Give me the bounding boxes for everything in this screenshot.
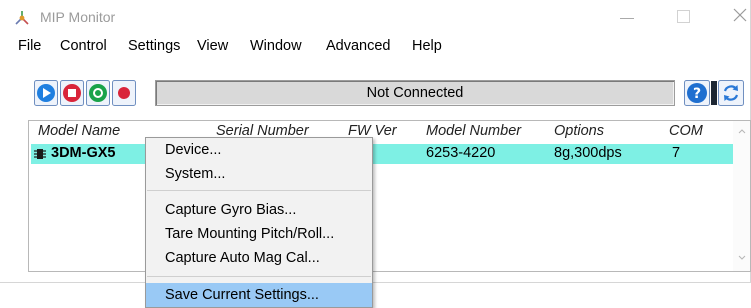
svg-text:?: ? (693, 86, 701, 102)
stop-icon (60, 80, 84, 106)
help-icon: ? (684, 80, 710, 106)
refresh-button[interactable] (718, 80, 744, 106)
app-icon (15, 11, 29, 25)
cell-com: 7 (672, 145, 681, 161)
menu-file[interactable]: File (18, 38, 41, 54)
context-menu: Device... System... Capture Gyro Bias...… (145, 137, 373, 308)
record-button[interactable] (112, 80, 136, 106)
cell-model-name: 3DM-GX5 (51, 145, 116, 161)
column-header-options[interactable]: Options (554, 123, 604, 139)
column-header-model-number[interactable]: Model Number (426, 123, 521, 139)
menu-control[interactable]: Control (60, 38, 107, 54)
menu-item-capture-gyro-bias[interactable]: Capture Gyro Bias... (146, 198, 372, 222)
start-button[interactable] (34, 80, 58, 106)
connection-status: Not Connected (155, 80, 675, 106)
menu-settings[interactable]: Settings (128, 38, 180, 54)
menu-separator (147, 276, 371, 277)
cell-model-number: 6253-4220 (426, 145, 496, 161)
column-header-model-name[interactable]: Model Name (38, 123, 120, 139)
close-button[interactable] (724, 4, 751, 28)
help-button[interactable]: ? (684, 80, 710, 106)
stop-button[interactable] (60, 80, 84, 106)
menu-window[interactable]: Window (250, 38, 302, 54)
refresh-icon (718, 80, 744, 106)
play-icon (34, 80, 58, 106)
table-row[interactable]: 3DM-GX5 24 6253-4220 8g,300dps 7 (31, 144, 734, 164)
menu-item-save-current-settings[interactable]: Save Current Settings... (146, 283, 372, 307)
title-bar: MIP Monitor (0, 0, 751, 34)
scroll-up-icon[interactable] (738, 128, 746, 134)
device-list[interactable]: Model Name Serial Number FW Ver Model Nu… (28, 120, 751, 272)
minimize-button[interactable] (612, 4, 642, 28)
scroll-down-icon[interactable] (738, 255, 746, 261)
column-header-com[interactable]: COM (669, 123, 703, 139)
window-title: MIP Monitor (40, 9, 116, 25)
menu-bar: File Control Settings View Window Advanc… (0, 36, 751, 58)
cell-options: 8g,300dps (554, 145, 622, 161)
menu-item-capture-auto-mag-cal[interactable]: Capture Auto Mag Cal... (146, 246, 372, 270)
menu-separator (147, 190, 371, 191)
menu-view[interactable]: View (197, 38, 228, 54)
menu-advanced[interactable]: Advanced (326, 38, 391, 54)
menu-item-tare-mounting-pitch-roll[interactable]: Tare Mounting Pitch/Roll... (146, 222, 372, 246)
record-start-button[interactable] (86, 80, 110, 106)
record-icon (112, 80, 136, 106)
device-icon (34, 149, 46, 159)
menu-item-device[interactable]: Device... (146, 138, 372, 162)
record-circle-icon (86, 80, 110, 106)
menu-item-system[interactable]: System... (146, 162, 372, 186)
close-icon (733, 8, 747, 22)
mip-monitor-window: MIP Monitor File Control Settings View W… (0, 0, 751, 283)
menu-help[interactable]: Help (412, 38, 442, 54)
toolbar-divider (711, 81, 717, 105)
maximize-button[interactable] (668, 4, 698, 28)
vertical-scrollbar[interactable] (733, 121, 750, 271)
